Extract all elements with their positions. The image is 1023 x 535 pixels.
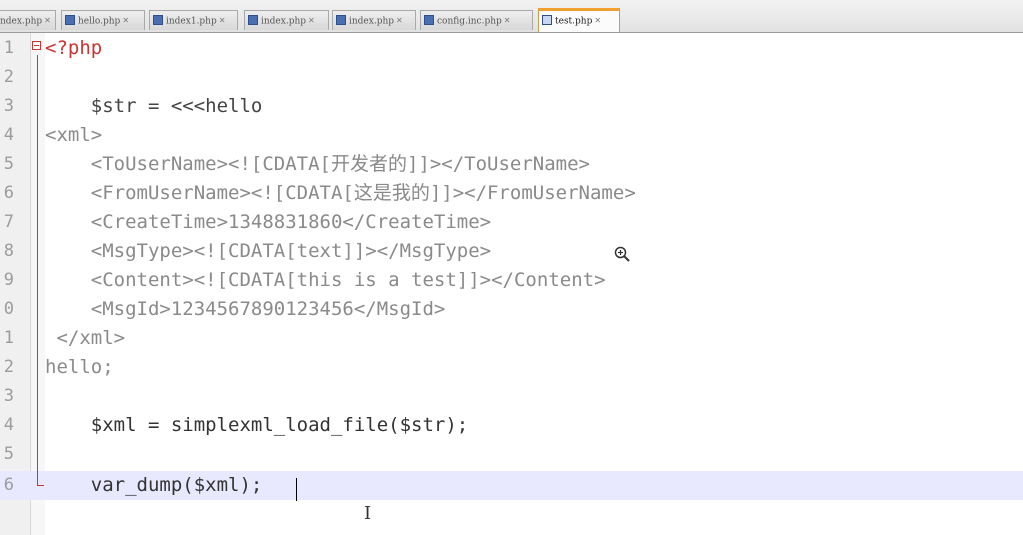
close-icon[interactable]: ✕	[308, 11, 315, 30]
close-icon[interactable]: ✕	[594, 11, 601, 31]
line-number: 6	[3, 183, 14, 203]
code-text: hello;	[45, 356, 114, 378]
file-icon	[65, 15, 75, 25]
code-text: <xml>	[45, 124, 103, 146]
code-line[interactable]: 2 hello;	[0, 353, 1023, 382]
code-line[interactable]: 4 $xml = simplexml_load_file($str);	[0, 411, 1023, 440]
code-line[interactable]: 9 <Content><![CDATA[this is a test]]></C…	[0, 266, 1023, 295]
file-icon	[153, 15, 163, 25]
code-line[interactable]: 5	[0, 440, 1023, 469]
line-number: 5	[3, 154, 14, 174]
code-editor[interactable]: 1 <?php 2 3 $str = <<<hello 4 <xml> 5 <T…	[0, 33, 1023, 535]
code-line[interactable]: 2	[0, 63, 1023, 92]
line-number: 2	[3, 357, 14, 377]
close-icon[interactable]: ✕	[44, 11, 51, 30]
fold-toggle-icon[interactable]	[32, 41, 41, 50]
code-line[interactable]: 6 <FromUserName><![CDATA[这是我的]]></FromUs…	[0, 179, 1023, 208]
code-text: <FromUserName><![CDATA[这是我的]]></FromUser…	[45, 182, 636, 204]
tab-hello-php[interactable]: hello.php ✕	[61, 10, 145, 30]
close-icon[interactable]: ✕	[396, 11, 403, 30]
tab-bar: ndex.php ✕ hello.php ✕ index1.php ✕ index.p…	[0, 0, 1023, 33]
line-number: 1	[3, 328, 14, 348]
tab-config-inc-php[interactable]: config.inc.php ✕	[420, 10, 533, 30]
fold-end	[37, 485, 44, 486]
ibeam-cursor-icon: I	[364, 503, 372, 524]
line-number: 4	[3, 125, 14, 145]
tab-label: index.php	[261, 16, 307, 27]
code-text: <MsgType><![CDATA[text]]></MsgType>	[45, 240, 492, 262]
tab-label: config.inc.php	[437, 16, 502, 27]
code-line[interactable]: 3	[0, 382, 1023, 411]
zoom-in-icon	[614, 246, 630, 262]
code-line[interactable]: 1 <?php	[0, 34, 1023, 63]
file-icon	[336, 15, 346, 25]
code-text: var_dump($xml);	[45, 474, 263, 496]
tab-ndex-php[interactable]: ndex.php ✕	[0, 10, 56, 30]
code-text: <Content><![CDATA[this is a test]]></Con…	[45, 269, 606, 291]
line-number: 4	[3, 415, 14, 435]
tab-label: hello.php	[78, 16, 121, 27]
line-number: 7	[3, 212, 14, 232]
tab-test-php[interactable]: test.php ✕	[538, 8, 620, 32]
fold-line	[37, 55, 38, 485]
file-icon	[542, 15, 552, 25]
current-code-line[interactable]: 6 var_dump($xml);	[0, 471, 1023, 500]
line-number: 9	[3, 270, 14, 290]
code-text: <?php	[45, 37, 103, 59]
code-line[interactable]: 7 <CreateTime>1348831860</CreateTime>	[0, 208, 1023, 237]
line-number: 8	[3, 241, 14, 261]
code-text: <MsgId>1234567890123456</MsgId>	[45, 298, 446, 320]
close-icon[interactable]: ✕	[504, 11, 511, 30]
tab-label: test.php	[555, 16, 593, 27]
line-number: 2	[3, 67, 14, 87]
file-icon	[424, 15, 434, 25]
code-text: $str = <<<hello	[45, 95, 263, 117]
code-text: <ToUserName><![CDATA[开发者的]]></ToUserName…	[45, 153, 590, 175]
close-icon[interactable]: ✕	[122, 11, 129, 30]
tab-label: ndex.php	[0, 16, 43, 27]
code-text: </xml>	[45, 327, 126, 349]
tab-label: index1.php	[166, 16, 217, 27]
code-text: <CreateTime>1348831860</CreateTime>	[45, 211, 492, 233]
line-number: 3	[3, 386, 14, 406]
tab-index1-php[interactable]: index1.php ✕	[149, 10, 238, 30]
tab-label: index.php	[349, 16, 395, 27]
tab-index-php-2[interactable]: index.php ✕	[332, 10, 416, 30]
code-line[interactable]: 8 <MsgType><![CDATA[text]]></MsgType>	[0, 237, 1023, 266]
code-line[interactable]: 3 $str = <<<hello	[0, 92, 1023, 121]
code-line[interactable]: 5 <ToUserName><![CDATA[开发者的]]></ToUserNa…	[0, 150, 1023, 179]
line-number: 3	[3, 96, 14, 116]
code-line[interactable]: 0 <MsgId>1234567890123456</MsgId>	[0, 295, 1023, 324]
tab-index-php[interactable]: index.php ✕	[244, 10, 329, 30]
line-number: 6	[3, 475, 14, 495]
line-number: 0	[3, 299, 14, 319]
code-text: $xml = simplexml_load_file($str);	[45, 414, 469, 436]
code-line[interactable]: 4 <xml>	[0, 121, 1023, 150]
file-icon	[248, 15, 258, 25]
line-number: 5	[3, 444, 14, 464]
code-line[interactable]: 1 </xml>	[0, 324, 1023, 353]
text-cursor	[296, 478, 297, 501]
line-number: 1	[3, 38, 14, 58]
close-icon[interactable]: ✕	[219, 11, 226, 30]
